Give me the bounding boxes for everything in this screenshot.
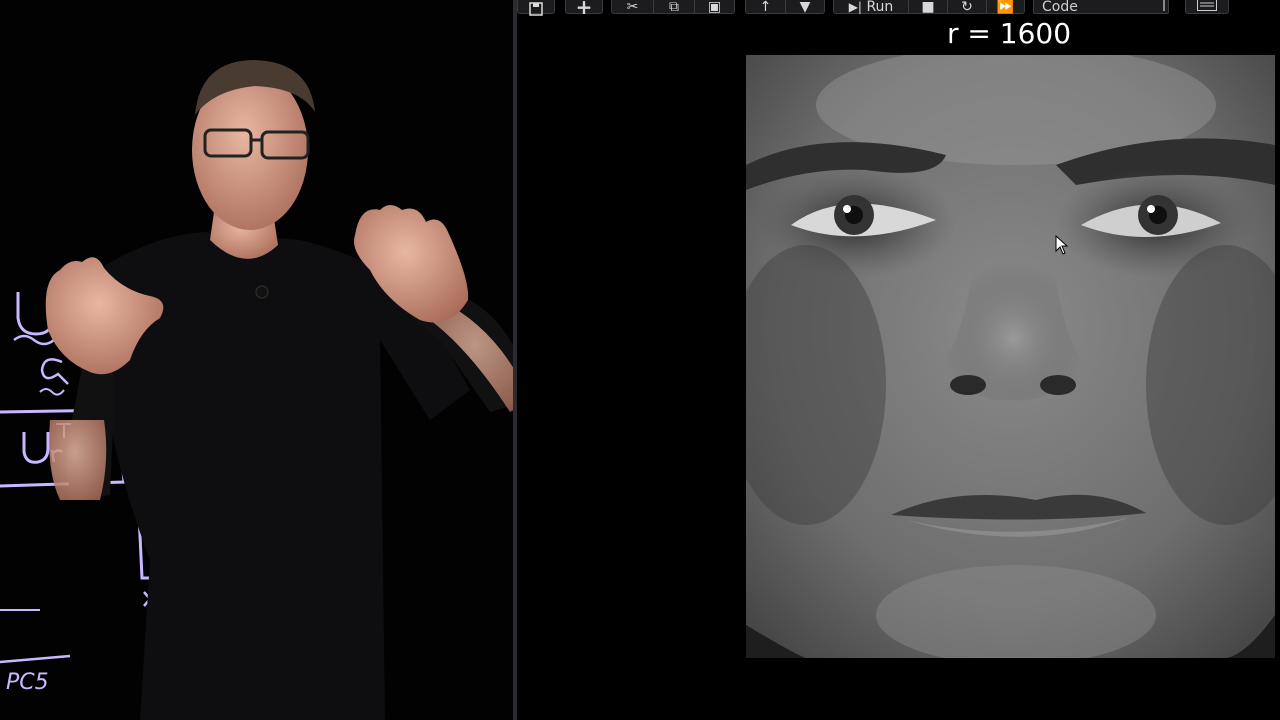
arrow-up-icon: ↑ — [759, 0, 772, 15]
copy-button[interactable]: ⧉ — [654, 0, 694, 15]
keyboard-icon — [1197, 0, 1217, 11]
cut-button[interactable]: ✂ — [612, 0, 653, 15]
run-group: ▶| Run ■ ↻ ⏩ — [833, 0, 1025, 15]
restart-icon: ↻ — [961, 0, 973, 15]
save-button[interactable] — [517, 0, 555, 16]
arrow-down-icon: ▼ — [799, 0, 811, 15]
paste-button[interactable]: ▣ — [695, 0, 734, 15]
fast-forward-icon: ⏩ — [996, 0, 1015, 15]
paste-icon: ▣ — [707, 0, 722, 15]
clipboard-group: ✂ ⧉ ▣ — [611, 0, 735, 15]
cell-type-value: Code — [1042, 0, 1078, 15]
stop-icon: ■ — [921, 0, 935, 15]
save-icon — [529, 2, 543, 16]
reconstructed-face-image — [746, 55, 1275, 658]
restart-button[interactable]: ↻ — [948, 0, 986, 15]
copy-icon: ⧉ — [669, 0, 679, 15]
move-down-button[interactable]: ▼ — [786, 0, 824, 15]
lapel-mic — [255, 285, 269, 299]
plus-icon: + — [575, 0, 593, 19]
select-caret — [1163, 0, 1165, 11]
interrupt-button[interactable]: ■ — [909, 0, 947, 15]
move-group: ↑ ▼ — [745, 0, 825, 15]
plot-title: r = 1600 — [946, 17, 1072, 50]
restart-run-all-button[interactable]: ⏩ — [987, 0, 1024, 15]
run-label: Run — [866, 0, 894, 15]
presenter-figure — [45, 60, 515, 720]
cell-type-select[interactable]: Code — [1033, 0, 1169, 15]
notebook-toolbar: + ✂ ⧉ ▣ ↑ ▼ ▶| Run ■ ↻ ⏩ Code — [517, 0, 1280, 19]
scissors-icon: ✂ — [626, 0, 639, 15]
run-button[interactable]: ▶| Run — [834, 0, 908, 15]
move-up-button[interactable]: ↑ — [746, 0, 785, 15]
insert-cell-button[interactable]: + — [565, 0, 603, 19]
lecture-video-panel: 37 PC5 — [0, 0, 515, 720]
command-palette-button[interactable] — [1185, 0, 1229, 14]
step-forward-icon: ▶| — [848, 0, 862, 14]
mouse-cursor-icon — [1055, 235, 1069, 255]
notebook-panel: + ✂ ⧉ ▣ ↑ ▼ ▶| Run ■ ↻ ⏩ Code r = 1600 — [517, 0, 1280, 720]
